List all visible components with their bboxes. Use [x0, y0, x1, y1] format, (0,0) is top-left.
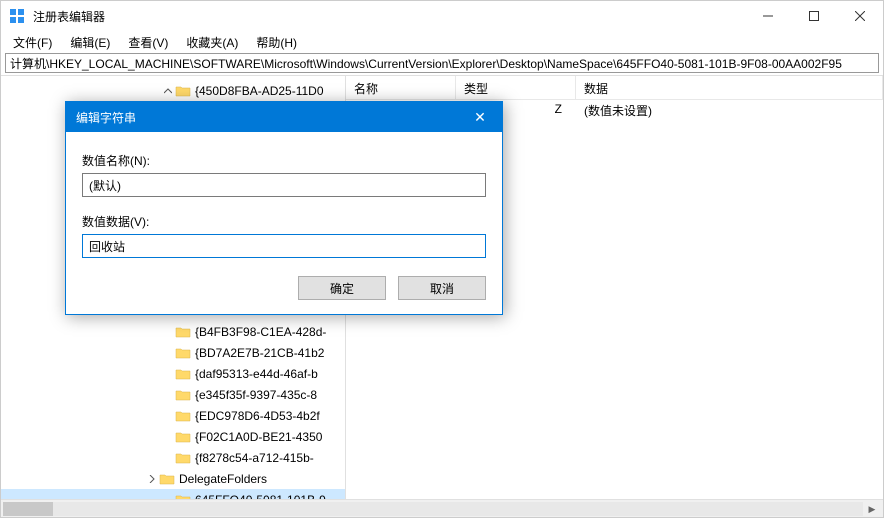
status-bar: ▶ [1, 499, 883, 517]
expander-icon[interactable] [145, 475, 159, 483]
list-header: 名称 类型 数据 [346, 76, 883, 100]
tree-item[interactable]: {BD7A2E7B-21CB-41b2 [1, 342, 345, 363]
tree-item[interactable]: DelegateFolders [1, 468, 345, 489]
scrollbar-thumb[interactable] [3, 502, 53, 516]
tree-item-label: {daf95313-e44d-46af-b [195, 367, 318, 381]
tree-item-label: {f8278c54-a712-415b- [195, 451, 314, 465]
tree-item[interactable]: {f8278c54-a712-415b- [1, 447, 345, 468]
dialog-title: 编辑字符串 [76, 109, 136, 126]
menu-bar: 文件(F) 编辑(E) 查看(V) 收藏夹(A) 帮助(H) [1, 31, 883, 53]
folder-icon [175, 430, 191, 444]
cell-data: (数值未设置) [576, 102, 883, 118]
tree-item[interactable]: {EDC978D6-4D53-4b2f [1, 405, 345, 426]
folder-icon [159, 472, 175, 486]
folder-icon [175, 388, 191, 402]
address-bar[interactable]: 计算机\HKEY_LOCAL_MACHINE\SOFTWARE\Microsof… [5, 53, 879, 73]
dialog-close-button[interactable]: ✕ [468, 109, 492, 126]
tree-item-label: {e345f35f-9397-435c-8 [195, 388, 317, 402]
dialog-titlebar[interactable]: 编辑字符串 ✕ [66, 102, 502, 132]
menu-favorites[interactable]: 收藏夹(A) [178, 32, 246, 53]
cancel-button[interactable]: 取消 [398, 276, 486, 300]
expander-icon[interactable] [161, 87, 175, 95]
tree-item[interactable]: {F02C1A0D-BE21-4350 [1, 426, 345, 447]
close-button[interactable] [837, 1, 883, 31]
app-icon [9, 8, 25, 24]
tree-item-label: {EDC978D6-4D53-4b2f [195, 409, 320, 423]
tree-item-label: DelegateFolders [179, 472, 267, 486]
tree-item[interactable]: {e345f35f-9397-435c-8 [1, 384, 345, 405]
tree-item-label: {F02C1A0D-BE21-4350 [195, 430, 322, 444]
minimize-button[interactable] [745, 1, 791, 31]
folder-icon [175, 84, 191, 98]
folder-icon [175, 346, 191, 360]
menu-edit[interactable]: 编辑(E) [62, 32, 118, 53]
tree-item[interactable]: 645FFO40-5081-101B-9 [1, 489, 345, 499]
value-name-input[interactable] [82, 173, 486, 197]
tree-item[interactable]: {daf95313-e44d-46af-b [1, 363, 345, 384]
folder-icon [175, 325, 191, 339]
value-data-input[interactable] [82, 234, 486, 258]
title-bar: 注册表编辑器 [1, 1, 883, 31]
tree-item[interactable]: {B4FB3F98-C1EA-428d- [1, 321, 345, 342]
col-name[interactable]: 名称 [346, 76, 456, 99]
menu-view[interactable]: 查看(V) [120, 32, 176, 53]
tree-item-label: {BD7A2E7B-21CB-41b2 [195, 346, 324, 360]
col-type[interactable]: 类型 [456, 76, 576, 99]
ok-button[interactable]: 确定 [298, 276, 386, 300]
tree-item[interactable]: {450D8FBA-AD25-11D0 [1, 80, 345, 101]
window-title: 注册表编辑器 [33, 8, 745, 25]
folder-icon [175, 367, 191, 381]
folder-icon [175, 451, 191, 465]
tree-item-label: {B4FB3F98-C1EA-428d- [195, 325, 326, 339]
value-data-label: 数值数据(V): [82, 213, 486, 230]
edit-string-dialog: 编辑字符串 ✕ 数值名称(N): 数值数据(V): 确定 取消 [65, 101, 503, 315]
scrollbar-arrow-right[interactable]: ▶ [865, 502, 879, 516]
address-text: 计算机\HKEY_LOCAL_MACHINE\SOFTWARE\Microsof… [10, 55, 842, 72]
tree-item-label: {450D8FBA-AD25-11D0 [195, 84, 324, 98]
maximize-button[interactable] [791, 1, 837, 31]
menu-help[interactable]: 帮助(H) [248, 32, 305, 53]
menu-file[interactable]: 文件(F) [5, 32, 60, 53]
value-name-label: 数值名称(N): [82, 152, 486, 169]
col-data[interactable]: 数据 [576, 76, 883, 99]
folder-icon [175, 409, 191, 423]
horizontal-scrollbar[interactable] [3, 502, 863, 516]
